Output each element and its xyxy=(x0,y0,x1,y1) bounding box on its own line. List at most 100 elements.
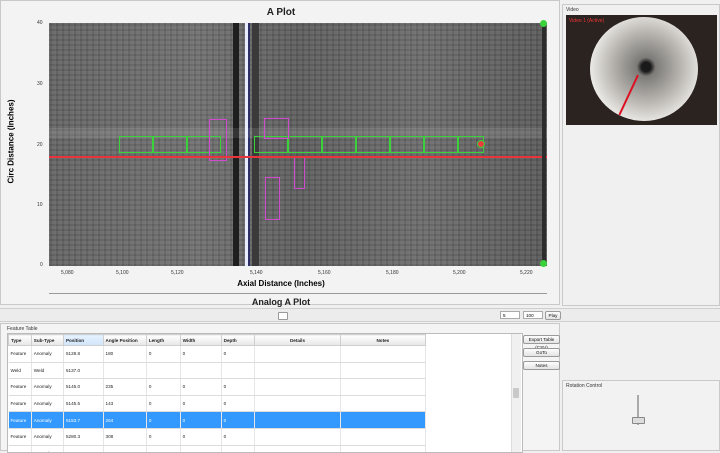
anomaly-box[interactable] xyxy=(294,156,305,189)
table-cell xyxy=(340,411,427,429)
column-header[interactable]: Notes xyxy=(339,334,427,346)
y-axis-label: Circ Distance (Inches) xyxy=(6,99,16,184)
table-cell: 264 xyxy=(103,411,147,429)
x-tick-label: 5,080 xyxy=(61,270,74,276)
column-header[interactable]: Position xyxy=(62,334,104,346)
weld-box[interactable] xyxy=(390,136,424,153)
play-button[interactable]: Play xyxy=(545,311,561,320)
table-cell: 0 xyxy=(146,345,181,363)
x-tick-label: 5,180 xyxy=(386,270,399,276)
table-cell: 0 xyxy=(180,395,222,413)
table-row[interactable]: Feature Anomaly 5145.5 143 0 0 0 xyxy=(8,395,427,413)
table-row[interactable]: Feature Anomaly 5280.3 308 0 0 0 xyxy=(8,428,427,446)
table-row[interactable]: Feature Anomaly 5128.8 180 0 0 0 xyxy=(8,345,427,363)
y-tick-label: 0 xyxy=(40,262,43,268)
selection-marker[interactable] xyxy=(477,140,485,148)
rotation-panel: Rotation Control xyxy=(562,380,720,451)
table-cell: 308 xyxy=(103,428,147,446)
table-cell: Anomaly xyxy=(31,378,64,396)
table-cell: 0 xyxy=(221,395,256,413)
table-cell xyxy=(180,362,222,380)
table-cell xyxy=(340,445,427,452)
cursor-line[interactable] xyxy=(49,156,547,158)
table-cell: 0 xyxy=(221,445,256,452)
table-cell xyxy=(340,345,427,363)
table-cell xyxy=(340,395,427,413)
a-plot-title: A Plot xyxy=(266,7,296,18)
weld-edge-line xyxy=(248,23,250,266)
table-row[interactable]: Weld Weld 5137.0 xyxy=(8,362,427,380)
table-cell xyxy=(103,362,147,380)
weld-box[interactable] xyxy=(153,136,187,153)
table-cell: 5137.0 xyxy=(63,362,104,380)
table-cell: Feature xyxy=(8,428,32,446)
feature-table-wrapper: Type Sub-Type Position Angle Position Le… xyxy=(7,333,523,453)
pipe-interior xyxy=(590,17,698,121)
table-cell: 0 xyxy=(180,411,222,429)
export-table-button[interactable]: Export Table (CSV) xyxy=(523,335,560,350)
table-cell xyxy=(254,428,341,446)
y-tick-label: 20 xyxy=(37,142,43,148)
table-cell: Feature xyxy=(8,345,32,363)
x-tick-label: 5,200 xyxy=(453,270,466,276)
plot-vertical-slider[interactable] xyxy=(542,23,546,266)
table-cell: 0 xyxy=(180,345,222,363)
timeline-handle[interactable] xyxy=(278,312,288,320)
table-row[interactable]: FeatureAnomaly5335.0249000 xyxy=(8,445,427,452)
speed-input[interactable]: 100 xyxy=(523,311,543,319)
column-header[interactable]: Length xyxy=(145,334,181,346)
column-header[interactable]: Type xyxy=(8,334,32,346)
table-cell xyxy=(254,378,341,396)
table-cell: Anomaly xyxy=(31,395,64,413)
weld-box[interactable] xyxy=(322,136,356,153)
table-scrollbar[interactable] xyxy=(511,334,521,452)
a-plot-canvas[interactable] xyxy=(49,23,547,266)
table-cell xyxy=(254,445,341,452)
anomaly-box[interactable] xyxy=(264,118,289,139)
table-row[interactable]: Feature Anomaly 5145.0 235 0 0 0 xyxy=(8,378,427,396)
feature-table-title: Feature Table xyxy=(7,326,38,332)
x-tick-label: 5,220 xyxy=(520,270,533,276)
table-cell: 0 xyxy=(146,395,181,413)
table-cell: Anomaly xyxy=(31,445,64,452)
column-header[interactable]: Width xyxy=(179,334,222,346)
table-cell: 0 xyxy=(221,378,256,396)
step-value: 5 xyxy=(503,313,506,318)
table-cell: Feature xyxy=(8,411,32,429)
table-cell: 180 xyxy=(103,345,147,363)
table-cell xyxy=(221,362,256,380)
table-cell xyxy=(340,362,427,380)
notes-button[interactable]: Notes xyxy=(523,361,560,370)
video-frame[interactable]: Video 1 (Active) xyxy=(566,15,717,125)
table-cell: 0 xyxy=(180,378,222,396)
table-cell: 0 xyxy=(180,428,222,446)
table-cell: Feature xyxy=(8,445,32,452)
step-input[interactable]: 5 xyxy=(500,311,520,319)
column-header[interactable]: Sub-Type xyxy=(30,334,64,346)
table-cell: Weld xyxy=(8,362,32,380)
weld-box[interactable] xyxy=(288,136,322,153)
anomaly-box[interactable] xyxy=(209,119,227,161)
table-cell xyxy=(254,345,341,363)
weld-box[interactable] xyxy=(424,136,458,153)
table-cell: 143 xyxy=(103,395,147,413)
rotation-slider-handle[interactable] xyxy=(632,417,645,424)
anomaly-box[interactable] xyxy=(265,177,280,220)
scroll-thumb[interactable] xyxy=(513,388,519,398)
rotation-title: Rotation Control xyxy=(566,383,603,389)
table-row[interactable]: Feature Anomaly 5153.7 264 0 0 0 xyxy=(8,411,427,429)
weld-box[interactable] xyxy=(119,136,153,153)
slider-top-handle[interactable] xyxy=(540,20,547,27)
table-cell: 0 xyxy=(221,411,256,429)
column-header[interactable]: Details xyxy=(254,334,341,346)
weld-box[interactable] xyxy=(356,136,390,153)
table-cell: 5335.0 xyxy=(63,445,104,452)
column-header[interactable]: Angle Position xyxy=(102,334,147,346)
table-cell xyxy=(146,362,181,380)
table-cell xyxy=(254,362,341,380)
y-tick-label: 40 xyxy=(37,20,43,26)
column-header[interactable]: Depth xyxy=(220,334,256,346)
slider-bottom-handle[interactable] xyxy=(540,260,547,267)
feature-table-panel: Feature Table Type Sub-Type Position Ang… xyxy=(0,323,560,453)
goto-button[interactable]: GoTo xyxy=(523,348,560,357)
